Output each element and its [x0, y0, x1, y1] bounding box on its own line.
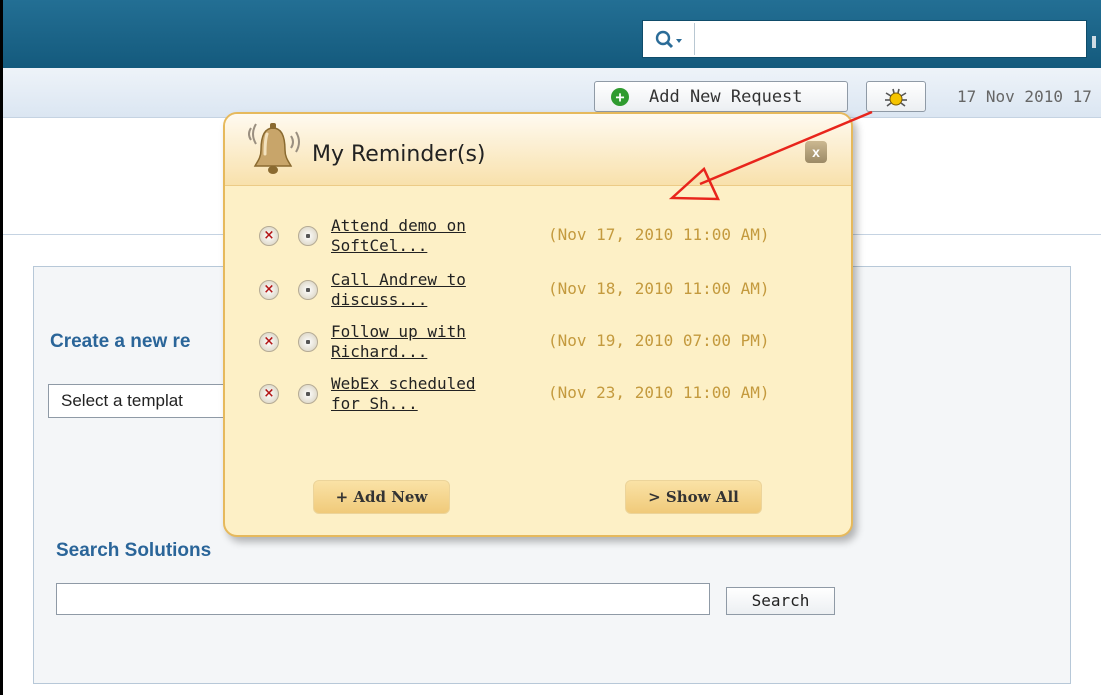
popup-title: My Reminder(s)	[312, 142, 486, 167]
plus-icon: +	[611, 88, 629, 106]
reminder-time: (Nov 19, 2010 07:00 PM)	[548, 331, 770, 350]
mark-done-icon[interactable]	[298, 226, 318, 246]
popup-header: My Reminder(s) x	[225, 114, 851, 186]
reminder-item: × Follow up with Richard... (Nov 19, 201…	[225, 322, 851, 372]
search-box-edge	[1092, 36, 1096, 48]
toolbar	[3, 68, 1101, 118]
reminder-item: × WebEx scheduled for Sh... (Nov 23, 201…	[225, 374, 851, 424]
reminder-link[interactable]: Attend demo on SoftCel...	[331, 216, 521, 256]
reminder-time: (Nov 17, 2010 11:00 AM)	[548, 225, 770, 244]
mark-done-icon[interactable]	[298, 280, 318, 300]
create-request-heading: Create a new re	[50, 331, 191, 352]
delete-reminder-icon[interactable]: ×	[259, 226, 279, 246]
template-select[interactable]: Select a templat	[48, 384, 248, 418]
reminder-item: × Attend demo on SoftCel... (Nov 17, 201…	[225, 216, 851, 266]
show-all-reminders-button[interactable]: > Show All	[625, 480, 762, 514]
delete-reminder-icon[interactable]: ×	[259, 332, 279, 352]
reminder-link[interactable]: Call Andrew to discuss...	[331, 270, 521, 310]
reminders-button[interactable]	[866, 81, 926, 112]
reminder-link[interactable]: WebEx scheduled for Sh...	[331, 374, 521, 414]
global-search-input[interactable]	[642, 20, 1087, 58]
reminder-item: × Call Andrew to discuss... (Nov 18, 201…	[225, 270, 851, 320]
add-new-request-label: Add New Request	[649, 87, 803, 107]
search-solutions-heading: Search Solutions	[56, 540, 212, 561]
delete-reminder-icon[interactable]: ×	[259, 280, 279, 300]
mark-done-icon[interactable]	[298, 332, 318, 352]
close-button[interactable]: x	[805, 141, 827, 163]
search-solutions-input[interactable]	[56, 583, 710, 615]
search-button[interactable]: Search	[726, 587, 835, 615]
mark-done-icon[interactable]	[298, 384, 318, 404]
current-date: 17 Nov 2010 17	[957, 87, 1092, 106]
bell-icon	[248, 123, 300, 174]
reminder-link[interactable]: Follow up with Richard...	[331, 322, 521, 362]
reminders-popup: My Reminder(s) x × Attend demo on SoftCe…	[223, 112, 853, 537]
add-new-reminder-button[interactable]: + Add New	[313, 480, 450, 514]
search-icon[interactable]	[645, 23, 695, 55]
reminder-time: (Nov 18, 2010 11:00 AM)	[548, 279, 770, 298]
add-new-request-button[interactable]: + Add New Request	[594, 81, 848, 112]
reminder-bug-icon	[885, 88, 907, 107]
delete-reminder-icon[interactable]: ×	[259, 384, 279, 404]
reminder-time: (Nov 23, 2010 11:00 AM)	[548, 383, 770, 402]
